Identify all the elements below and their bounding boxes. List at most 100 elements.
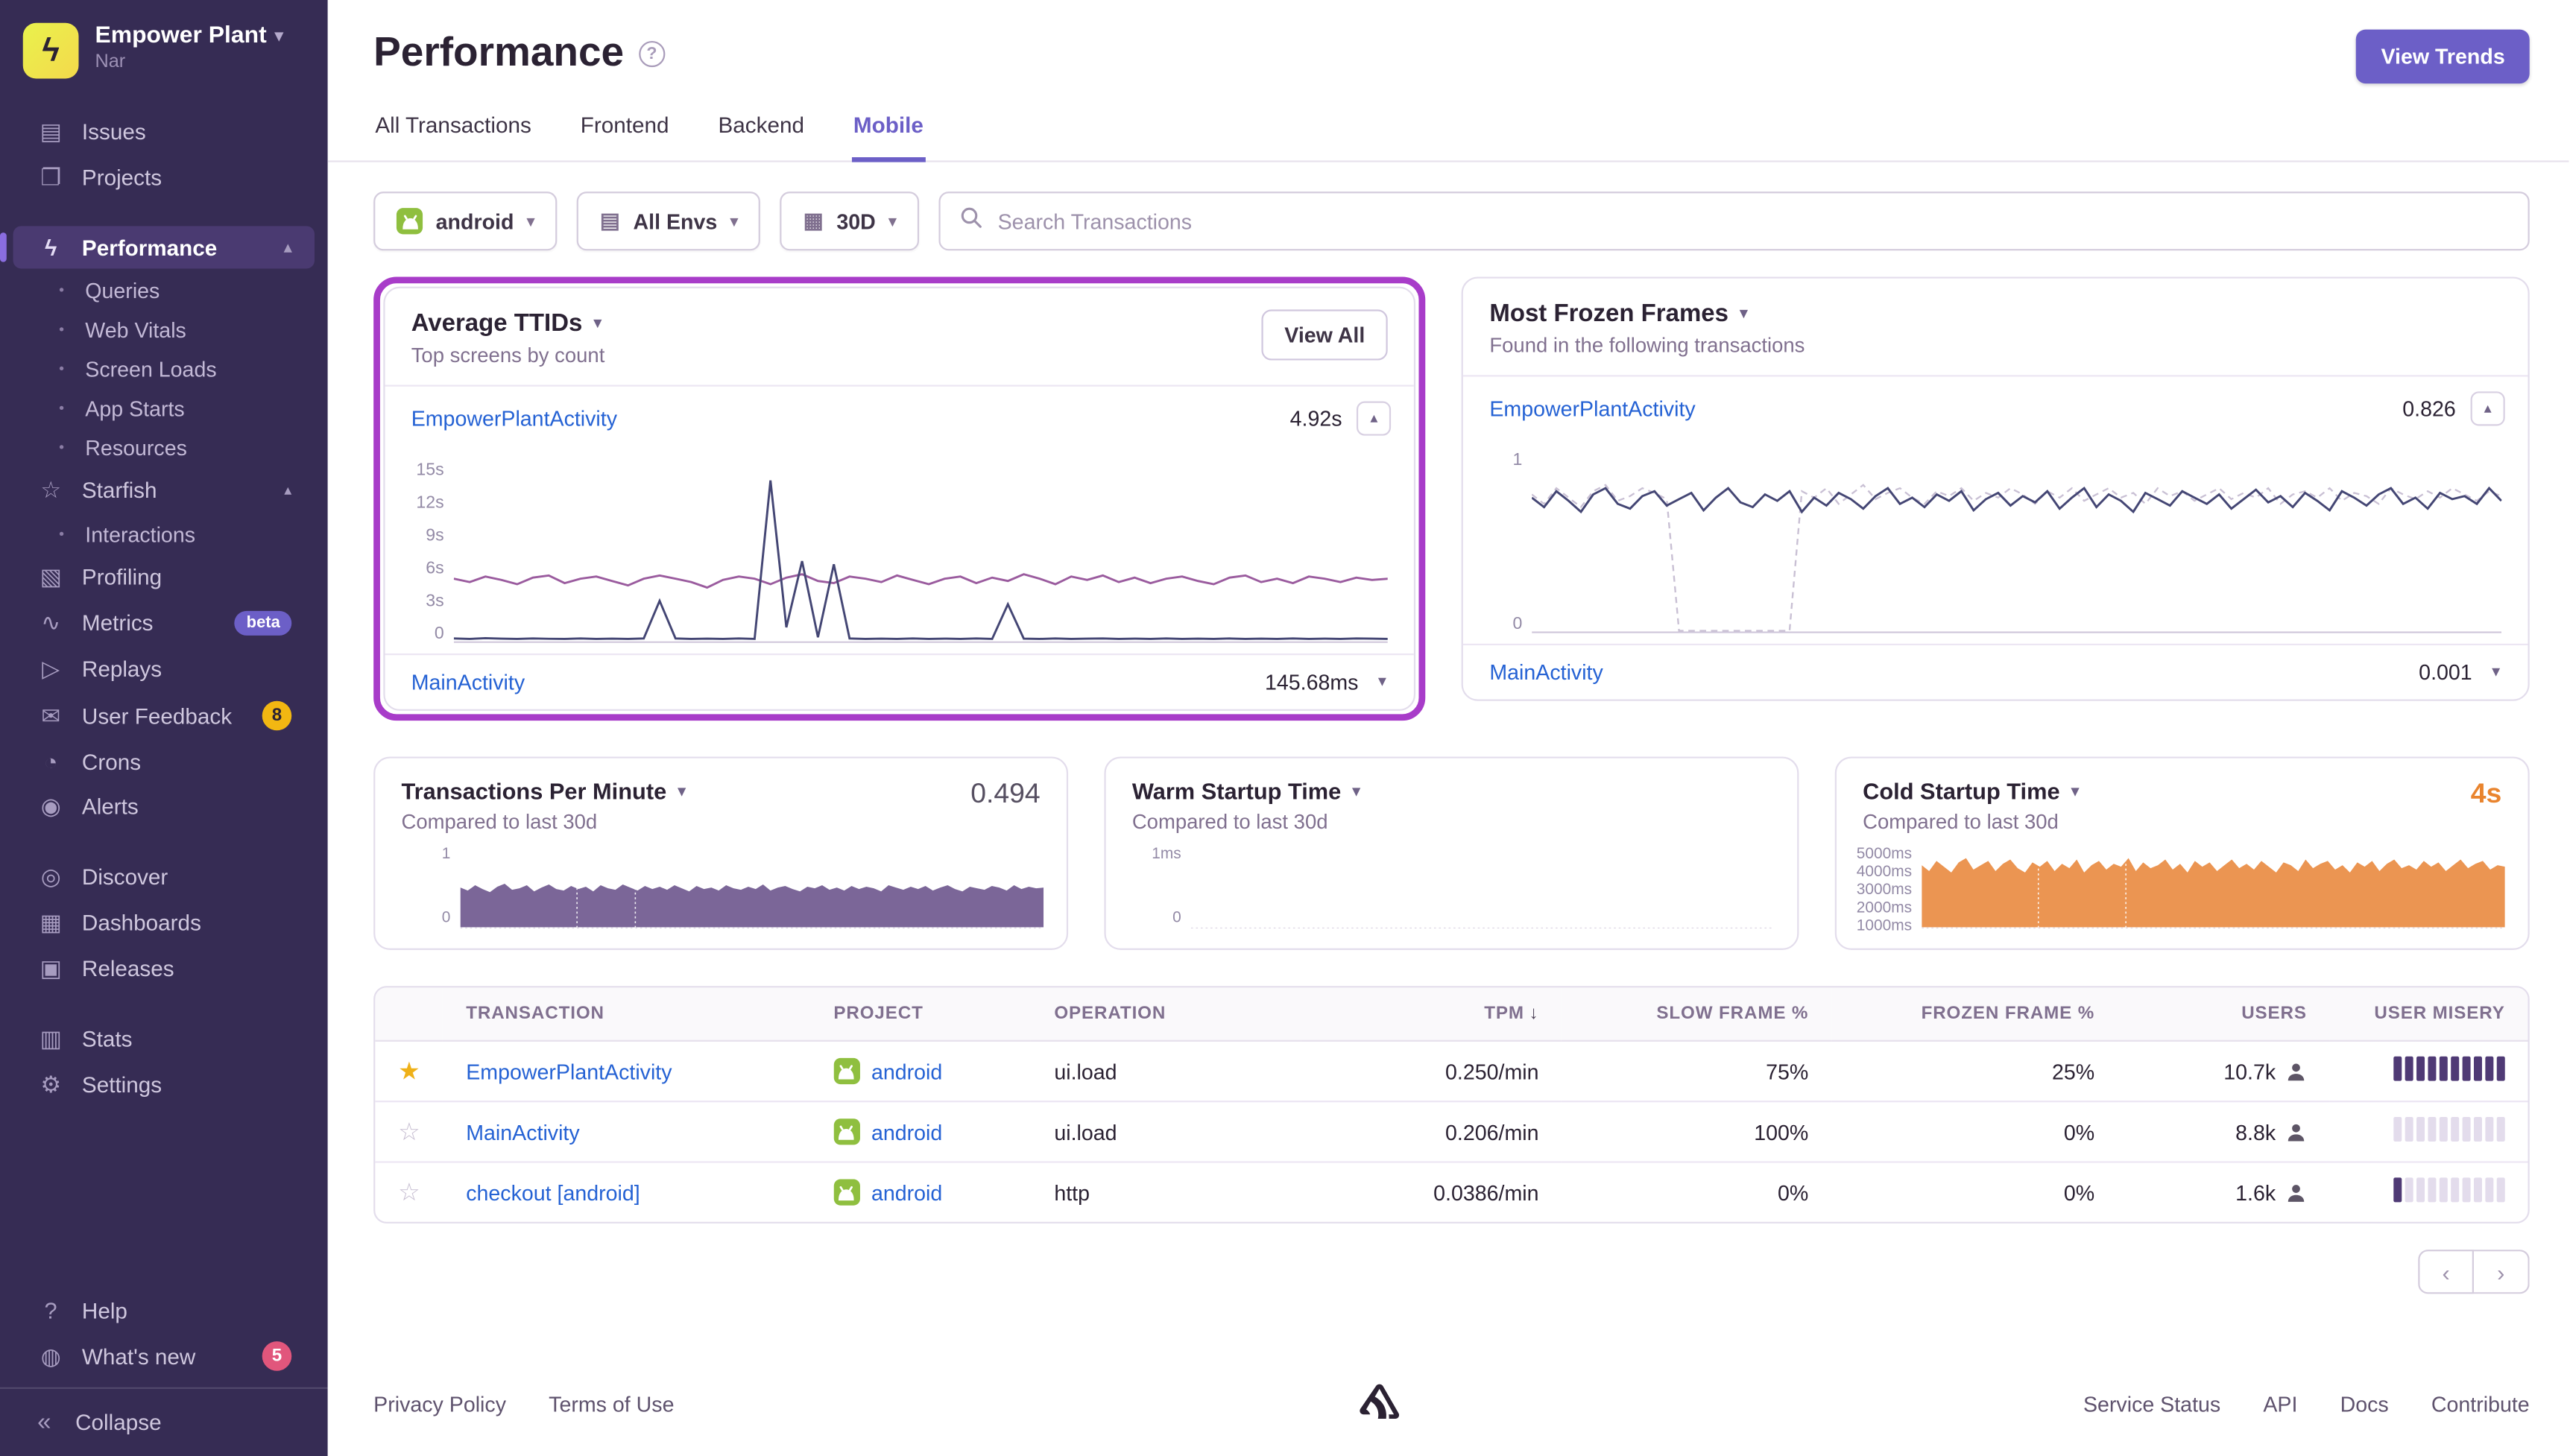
column-header-project[interactable]: PROJECT [811, 987, 1032, 1040]
chevron-up-icon[interactable]: ▴ [284, 481, 291, 499]
project-link[interactable]: android [833, 1180, 942, 1206]
transaction-link[interactable]: EmpowerPlantActivity [1489, 396, 1695, 421]
search-box [938, 192, 2529, 250]
footer-link-privacy-policy[interactable]: Privacy Policy [373, 1392, 506, 1417]
star-icon[interactable]: ☆ [398, 1180, 420, 1207]
sidebar-item-crons[interactable]: ◔Crons [13, 740, 315, 782]
transaction-link[interactable]: MainActivity [411, 670, 525, 694]
sidebar-item-label: Web Vitals [85, 317, 291, 341]
sidebar-item-performance[interactable]: ϟPerformance▴ [13, 226, 315, 268]
sidebar-item-replays[interactable]: ▷Replays [13, 647, 315, 691]
transaction-link[interactable]: EmpowerPlantActivity [411, 406, 617, 431]
footer-link-api[interactable]: API [2263, 1392, 2297, 1417]
y-tick-label: 0 [1512, 614, 1522, 633]
column-header-slow-frame[interactable]: SLOW FRAME % [1562, 987, 1831, 1040]
sidebar-item-what-s-new[interactable]: ◍What's new5 [13, 1333, 315, 1379]
sidebar-item-interactions[interactable]: •Interactions [13, 514, 315, 554]
transaction-link[interactable]: EmpowerPlantActivity [466, 1059, 672, 1083]
sidebar-collapse-button[interactable]: « Collapse [0, 1387, 328, 1456]
sidebar-item-web-vitals[interactable]: •Web Vitals [13, 309, 315, 349]
project-link[interactable]: android [833, 1058, 942, 1084]
frozen-frames-line-chart [1532, 450, 2502, 633]
next-page-button[interactable]: › [2474, 1250, 2530, 1294]
sidebar-item-issues[interactable]: ▤Issues [13, 110, 315, 153]
android-project-icon [397, 208, 423, 234]
sidebar-item-releases[interactable]: ▣Releases [13, 946, 315, 990]
y-tick-label: 12s [416, 493, 443, 513]
column-header-user-misery[interactable]: USER MISERY [2330, 987, 2528, 1040]
cold-startup-title[interactable]: Cold Startup Time ▾ [1863, 778, 2079, 804]
sidebar-item-label: Stats [82, 1027, 291, 1051]
sidebar-item-discover[interactable]: ◎Discover [13, 855, 315, 899]
most-frozen-frames-title[interactable]: Most Frozen Frames ▾ [1489, 300, 1805, 327]
transactions-table: TRANSACTIONPROJECTOPERATIONTPM↓SLOW FRAM… [373, 986, 2530, 1224]
y-tick-label: 3s [426, 591, 443, 610]
y-axis-labels: 10 [1477, 450, 1532, 633]
star-icon[interactable]: ★ [398, 1058, 420, 1086]
main-content: Performance ? View Trends All Transactio… [328, 0, 2569, 1456]
tpm-title[interactable]: Transactions Per Minute ▾ [402, 778, 686, 804]
tab-frontend[interactable]: Frontend [579, 110, 671, 162]
chevron-down-icon: ▾ [888, 212, 896, 230]
previous-page-button[interactable]: ‹ [2418, 1250, 2474, 1294]
project-link[interactable]: android [833, 1118, 942, 1145]
y-axis-labels: 15s12s9s6s3s0 [398, 460, 454, 644]
view-all-button[interactable]: View All [1262, 309, 1389, 360]
sidebar-item-app-starts[interactable]: •App Starts [13, 388, 315, 428]
sidebar-item-stats[interactable]: ▥Stats [13, 1017, 315, 1061]
column-header-frozen-frame[interactable]: FROZEN FRAME % [1831, 987, 2118, 1040]
footer-link-contribute[interactable]: Contribute [2431, 1392, 2530, 1417]
footer-link-terms-of-use[interactable]: Terms of Use [549, 1392, 674, 1417]
sidebar-item-help[interactable]: ?Help [13, 1289, 315, 1332]
sidebar-item-label: Starfish [82, 478, 268, 503]
sort-descending-icon[interactable]: ↓ [1529, 1004, 1539, 1023]
column-header-transaction[interactable]: TRANSACTION [443, 987, 810, 1040]
warm-startup-title[interactable]: Warm Startup Time ▾ [1132, 778, 1360, 804]
expand-series-button[interactable]: ▾ [2487, 663, 2504, 681]
sidebar-item-screen-loads[interactable]: •Screen Loads [13, 349, 315, 388]
sidebar-item-dashboards[interactable]: ▦Dashboards [13, 901, 315, 945]
chevron-down-icon: ▾ [1740, 305, 1747, 323]
star-icon[interactable]: ☆ [398, 1118, 420, 1146]
sidebar-item-projects[interactable]: ❐Projects [13, 156, 315, 200]
sidebar-section: ϟPerformance▴•Queries•Web Vitals•Screen … [0, 226, 328, 829]
tab-backend[interactable]: Backend [716, 110, 806, 162]
sidebar-item-user-feedback[interactable]: ✉User Feedback8 [13, 693, 315, 739]
sidebar-item-starfish[interactable]: ☆Starfish▴ [13, 469, 315, 513]
expand-series-button[interactable]: ▾ [1373, 673, 1391, 691]
environment-select[interactable]: ▤ All Envs ▾ [577, 192, 760, 250]
tab-bar: All Transactions Frontend Backend Mobile [328, 110, 2569, 162]
sidebar-item-metrics[interactable]: ∿Metricsbeta [13, 601, 315, 645]
tab-all-transactions[interactable]: All Transactions [373, 110, 533, 162]
transaction-link[interactable]: checkout [android] [466, 1180, 640, 1205]
view-trends-button[interactable]: View Trends [2357, 30, 2530, 84]
feedback-icon: ✉ [36, 702, 66, 729]
search-input[interactable] [998, 209, 2509, 233]
user-misery-bars [2393, 1117, 2504, 1142]
project-select[interactable]: android ▾ [373, 192, 558, 250]
sidebar-item-profiling[interactable]: ▧Profiling [13, 555, 315, 599]
cold-startup-subtitle: Compared to last 30d [1863, 811, 2079, 834]
sidebar-item-queries[interactable]: •Queries [13, 270, 315, 310]
collapse-series-button[interactable]: ▴ [1357, 402, 1391, 436]
help-icon[interactable]: ? [639, 40, 665, 66]
column-header-users[interactable]: USERS [2118, 987, 2330, 1040]
org-switcher[interactable]: ϟ Empower Plant ▾ Nar [0, 0, 328, 98]
column-header-operation[interactable]: OPERATION [1032, 987, 1301, 1040]
chevron-up-icon[interactable]: ▴ [284, 238, 291, 256]
transaction-link[interactable]: MainActivity [466, 1119, 579, 1144]
tab-mobile[interactable]: Mobile [852, 110, 925, 162]
date-range-select[interactable]: ▦ 30D ▾ [780, 192, 919, 250]
sidebar-item-settings[interactable]: ⚙Settings [13, 1063, 315, 1107]
collapse-series-button[interactable]: ▴ [2471, 391, 2505, 425]
footer-link-docs[interactable]: Docs [2340, 1392, 2389, 1417]
sidebar-item-label: Performance [82, 235, 268, 259]
sidebar-item-alerts[interactable]: ◉Alerts [13, 785, 315, 829]
sidebar-item-label: Queries [85, 278, 291, 303]
average-ttids-panel: Average TTIDs ▾ Top screens by count Vie… [383, 287, 1415, 711]
average-ttids-title[interactable]: Average TTIDs ▾ [411, 309, 605, 337]
footer-link-service-status[interactable]: Service Status [2083, 1392, 2220, 1417]
transaction-link[interactable]: MainActivity [1489, 660, 1603, 685]
column-header-tpm[interactable]: TPM↓ [1301, 987, 1562, 1040]
sidebar-item-resources[interactable]: •Resources [13, 428, 315, 467]
